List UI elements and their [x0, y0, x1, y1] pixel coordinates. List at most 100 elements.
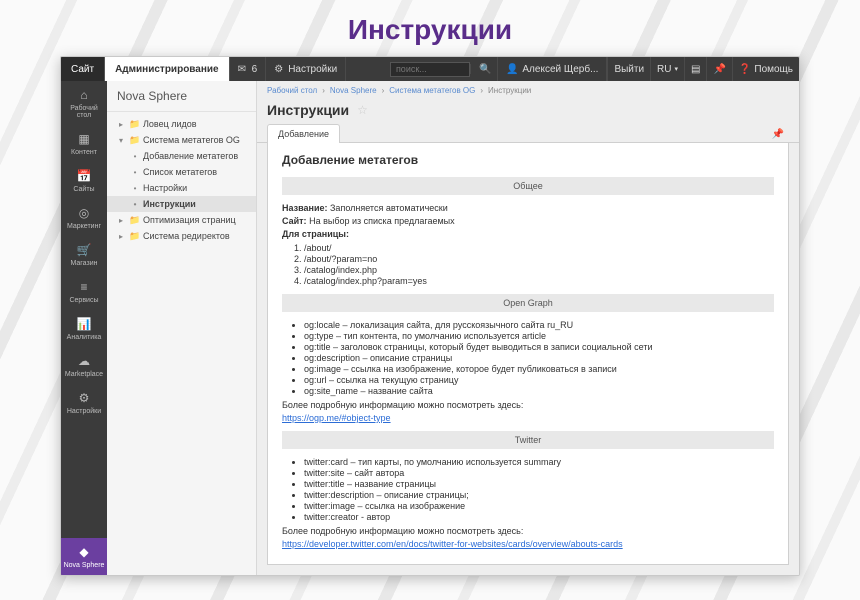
settings-label: Настройки	[288, 64, 337, 75]
logout-button[interactable]: Выйти	[607, 57, 650, 81]
bullet-icon: •	[131, 200, 139, 209]
section-general: Общее	[282, 177, 774, 195]
crumb-link[interactable]: Рабочий стол	[267, 86, 317, 95]
search-icon: 🔍	[479, 64, 489, 74]
rail-label: Nova Sphere	[64, 562, 105, 569]
crumb-link[interactable]: Система метатегов OG	[389, 86, 475, 95]
twitter-docs-link[interactable]: https://developer.twitter.com/en/docs/tw…	[282, 539, 623, 549]
tree-optimization[interactable]: ▸📁Оптимизация страниц	[107, 212, 256, 228]
tree-list-metatags[interactable]: •Список метатегов	[107, 164, 256, 180]
rail-services[interactable]: ≡Сервисы	[61, 273, 107, 310]
rail-sites[interactable]: 📅Сайты	[61, 162, 107, 199]
folder-icon: 📁	[129, 215, 139, 225]
page-header: Инструкции ☆	[257, 100, 799, 124]
folder-icon: 📁	[129, 231, 139, 241]
top-bar: Сайт Администрирование ✉ 6 ⚙ Настройки 🔍…	[61, 57, 799, 81]
nova-icon: ◆	[76, 544, 92, 560]
pin-button[interactable]: 📌	[706, 57, 731, 81]
rail-content[interactable]: ▦Контент	[61, 125, 107, 162]
tab-bar: Добавление 📌	[257, 124, 799, 143]
tab-add[interactable]: Добавление	[267, 124, 340, 143]
side-panel: Nova Sphere ▸📁Ловец лидов ▾📁Система мета…	[107, 81, 257, 575]
search-button[interactable]: 🔍	[470, 64, 497, 74]
og-docs-link[interactable]: https://ogp.me/#object-type	[282, 413, 391, 423]
list-item: og:url – ссылка на текущую страницу	[304, 375, 774, 385]
list-item: og:type – тип контента, по умолчанию исп…	[304, 331, 774, 341]
rail-nova-sphere[interactable]: ◆ Nova Sphere	[61, 538, 107, 575]
rail-marketing[interactable]: ◎Маркетинг	[61, 199, 107, 236]
rail-shop[interactable]: 🛒Магазин	[61, 236, 107, 273]
rail-label: Аналитика	[67, 334, 102, 341]
rail-label: Контент	[71, 149, 97, 156]
chart-icon: 📊	[76, 316, 92, 332]
cart-icon: 🛒	[76, 242, 92, 258]
tree-instructions[interactable]: •Инструкции	[107, 196, 256, 212]
tab-admin[interactable]: Администрирование	[105, 57, 230, 81]
twitter-list: twitter:card – тип карты, по умолчанию и…	[304, 457, 774, 522]
list-item: og:locale – локализация сайта, для русск…	[304, 320, 774, 330]
list-item: twitter:title – название страницы	[304, 479, 774, 489]
tree-redirects[interactable]: ▸📁Система редиректов	[107, 228, 256, 244]
breadcrumb: Рабочий стол› Nova Sphere› Система метат…	[257, 81, 799, 100]
user-name: Алексей Щерб...	[522, 64, 598, 75]
page-title: Инструкции	[267, 102, 349, 118]
tab-pin-button[interactable]: 📌	[767, 127, 789, 142]
tab-site[interactable]: Сайт	[61, 57, 105, 81]
rail-marketplace[interactable]: ☁Marketplace	[61, 347, 107, 384]
rail-label: Настройки	[67, 408, 101, 415]
notifications-button[interactable]: ✉ 6	[230, 57, 267, 81]
list-item: og:title – заголовок страницы, который б…	[304, 342, 774, 352]
cloud-icon: ☁	[76, 353, 92, 369]
gear-icon: ⚙	[274, 64, 284, 74]
list-item: twitter:creator - автор	[304, 512, 774, 522]
user-icon: 👤	[506, 64, 518, 75]
expand-icon: ▸	[117, 120, 125, 129]
hero-title: Инструкции	[0, 0, 860, 56]
tw-more-text: Более подробную информацию можно посмотр…	[282, 526, 774, 536]
crumb-current: Инструкции	[488, 86, 531, 95]
list-item: /catalog/index.php?param=yes	[304, 276, 774, 286]
bullet-icon: •	[131, 152, 139, 161]
expand-icon: ▸	[117, 232, 125, 241]
app-window: Сайт Администрирование ✉ 6 ⚙ Настройки 🔍…	[60, 56, 800, 576]
rail-settings[interactable]: ⚙Настройки	[61, 384, 107, 421]
field-name: Название: Заполняется автоматически	[282, 203, 774, 213]
list-item: og:site_name – название сайта	[304, 386, 774, 396]
bookmark-icon: ▤	[691, 64, 700, 75]
list-item: twitter:image – ссылка на изображение	[304, 501, 774, 511]
list-item: twitter:description – описание страницы;	[304, 490, 774, 500]
app-body: ⌂ Рабочий стол ▦Контент 📅Сайты ◎Маркетинг…	[61, 81, 799, 575]
search-input[interactable]	[390, 62, 470, 77]
tree-label: Список метатегов	[143, 167, 217, 177]
list-item: /about/?param=no	[304, 254, 774, 264]
user-menu[interactable]: 👤 Алексей Щерб...	[497, 57, 608, 81]
home-icon: ⌂	[76, 87, 92, 103]
favorite-button[interactable]: ☆	[357, 103, 368, 117]
stack-icon: ≡	[76, 279, 92, 295]
rail-label: Маркетинг	[67, 223, 101, 230]
tree-metatags[interactable]: ▾📁Система метатегов OG	[107, 132, 256, 148]
rail-analytics[interactable]: 📊 Аналитика	[61, 310, 107, 347]
rail-label: Рабочий стол	[63, 105, 105, 119]
message-icon: ✉	[238, 64, 248, 74]
lang-switcher[interactable]: RU ▾	[650, 57, 684, 81]
crumb-link[interactable]: Nova Sphere	[330, 86, 377, 95]
tree-add-metatags[interactable]: •Добавление метатегов	[107, 148, 256, 164]
rail-desktop[interactable]: ⌂ Рабочий стол	[61, 81, 107, 125]
folder-icon: 📁	[129, 119, 139, 129]
content-panel: Добавление метатегов Общее Название: Зап…	[267, 143, 789, 565]
pin-icon: 📌	[713, 64, 725, 75]
rail-label: Сайты	[73, 186, 94, 193]
tree-settings[interactable]: •Настройки	[107, 180, 256, 196]
section-twitter: Twitter	[282, 431, 774, 449]
list-item: /about/	[304, 243, 774, 253]
help-button[interactable]: ❓ Помощь	[732, 57, 799, 81]
settings-button[interactable]: ⚙ Настройки	[266, 57, 346, 81]
list-item: /catalog/index.php	[304, 265, 774, 275]
tree-lovets[interactable]: ▸📁Ловец лидов	[107, 116, 256, 132]
og-list: og:locale – локализация сайта, для русск…	[304, 320, 774, 396]
section-opengraph: Open Graph	[282, 294, 774, 312]
help-icon: ❓	[739, 64, 751, 75]
bookmark-button[interactable]: ▤	[684, 57, 706, 81]
list-item: twitter:site – сайт автора	[304, 468, 774, 478]
